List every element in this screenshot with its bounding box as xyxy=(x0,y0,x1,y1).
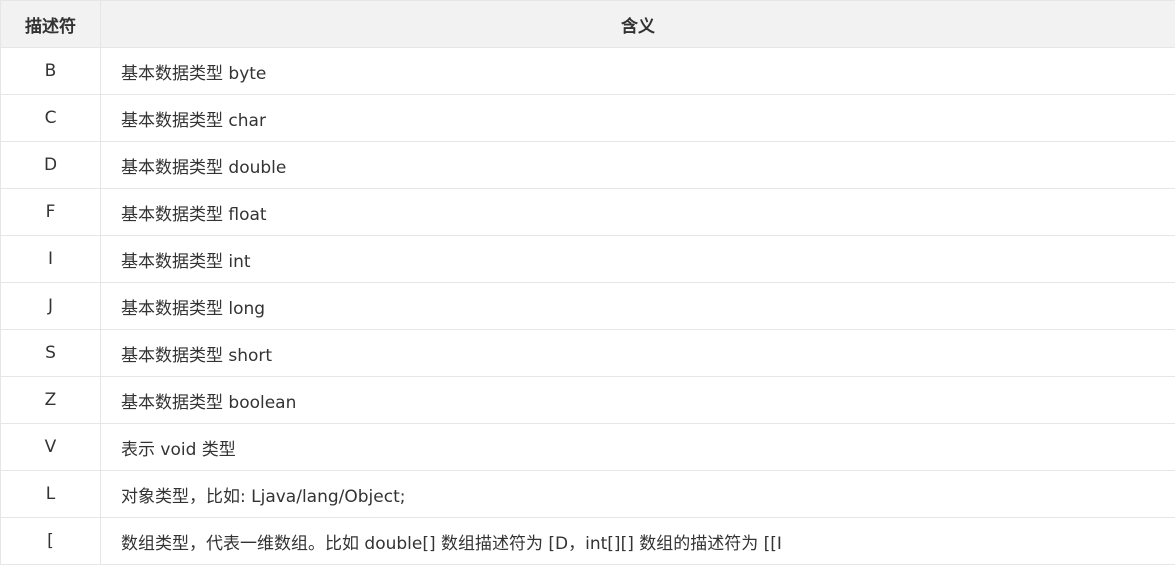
meaning-cell: 基本数据类型 boolean xyxy=(100,376,1175,424)
table-row: [ 数组类型，代表一维数组。比如 double[] 数组描述符为 [D，int[… xyxy=(0,517,1175,565)
header-meaning: 含义 xyxy=(100,0,1175,48)
descriptor-cell: L xyxy=(0,470,101,518)
table-row: V 表示 void 类型 xyxy=(0,423,1175,471)
meaning-cell: 基本数据类型 double xyxy=(100,141,1175,189)
meaning-cell: 数组类型，代表一维数组。比如 double[] 数组描述符为 [D，int[][… xyxy=(100,517,1175,565)
descriptor-cell: S xyxy=(0,329,101,377)
table-row: C 基本数据类型 char xyxy=(0,94,1175,142)
meaning-cell: 对象类型，比如: Ljava/lang/Object; xyxy=(100,470,1175,518)
header-row: 描述符 含义 xyxy=(0,0,1175,48)
table-row: S 基本数据类型 short xyxy=(0,329,1175,377)
descriptor-cell: F xyxy=(0,188,101,236)
descriptor-cell: V xyxy=(0,423,101,471)
table-header: 描述符 含义 xyxy=(0,0,1175,48)
meaning-cell: 基本数据类型 char xyxy=(100,94,1175,142)
meaning-cell: 基本数据类型 float xyxy=(100,188,1175,236)
descriptor-cell: J xyxy=(0,282,101,330)
descriptor-cell: [ xyxy=(0,517,101,565)
meaning-cell: 表示 void 类型 xyxy=(100,423,1175,471)
descriptor-cell: B xyxy=(0,47,101,95)
meaning-cell: 基本数据类型 int xyxy=(100,235,1175,283)
descriptor-cell: C xyxy=(0,94,101,142)
descriptor-table: 描述符 含义 B 基本数据类型 byte C 基本数据类型 char D 基本数… xyxy=(0,0,1175,565)
descriptor-cell: D xyxy=(0,141,101,189)
table-row: J 基本数据类型 long xyxy=(0,282,1175,330)
meaning-cell: 基本数据类型 short xyxy=(100,329,1175,377)
table-body: B 基本数据类型 byte C 基本数据类型 char D 基本数据类型 dou… xyxy=(0,47,1175,565)
meaning-cell: 基本数据类型 long xyxy=(100,282,1175,330)
meaning-cell: 基本数据类型 byte xyxy=(100,47,1175,95)
table-row: D 基本数据类型 double xyxy=(0,141,1175,189)
table-row: F 基本数据类型 float xyxy=(0,188,1175,236)
descriptor-cell: Z xyxy=(0,376,101,424)
table-row: L 对象类型，比如: Ljava/lang/Object; xyxy=(0,470,1175,518)
table-row: I 基本数据类型 int xyxy=(0,235,1175,283)
table-row: B 基本数据类型 byte xyxy=(0,47,1175,95)
table-row: Z 基本数据类型 boolean xyxy=(0,376,1175,424)
descriptor-cell: I xyxy=(0,235,101,283)
header-descriptor: 描述符 xyxy=(0,0,101,48)
